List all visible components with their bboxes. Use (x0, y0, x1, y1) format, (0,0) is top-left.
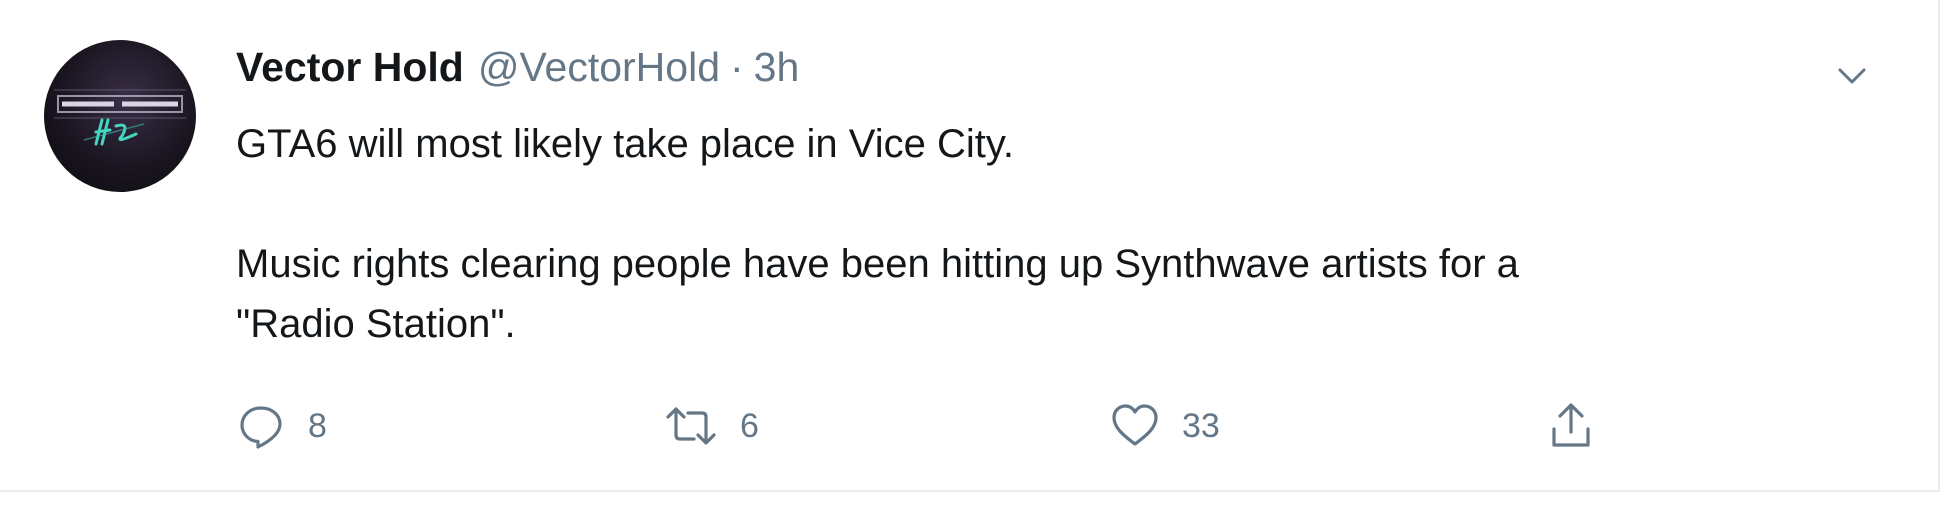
separator-dot: · (730, 44, 744, 90)
tweet-menu-button[interactable] (1832, 56, 1872, 96)
chevron-down-icon (1838, 68, 1866, 84)
tweet-text: GTA6 will most likely take place in Vice… (236, 114, 1836, 354)
avatar[interactable] (44, 40, 196, 192)
tweet-line: Music rights clearing people have been h… (236, 242, 1519, 286)
like-count: 33 (1182, 406, 1220, 445)
share-icon (1546, 401, 1596, 451)
tweet-line: "Radio Station". (236, 302, 516, 346)
reply-button[interactable]: 8 (236, 396, 327, 456)
reply-icon (236, 401, 286, 451)
user-handle[interactable]: @VectorHold (478, 44, 720, 91)
tweet-header: Vector Hold @VectorHold · 3h (236, 44, 799, 104)
retweet-button[interactable]: 6 (664, 396, 759, 456)
heart-icon (1110, 401, 1160, 451)
like-button[interactable]: 33 (1110, 396, 1220, 456)
share-button[interactable] (1546, 396, 1596, 456)
tweet-paragraph: Music rights clearing people have been h… (236, 234, 1836, 354)
tweet-actions: 8 6 33 (236, 396, 1616, 456)
retweet-count: 6 (740, 406, 759, 445)
reply-count: 8 (308, 406, 327, 445)
display-name[interactable]: Vector Hold (236, 44, 464, 91)
retweet-icon (664, 401, 718, 451)
vector-hold-logo-icon (54, 89, 186, 146)
tweet-paragraph: GTA6 will most likely take place in Vice… (236, 122, 1015, 166)
tweet-time[interactable]: 3h (754, 44, 800, 91)
tweet-card[interactable]: Vector Hold @VectorHold · 3h GTA6 will m… (0, 0, 1940, 506)
